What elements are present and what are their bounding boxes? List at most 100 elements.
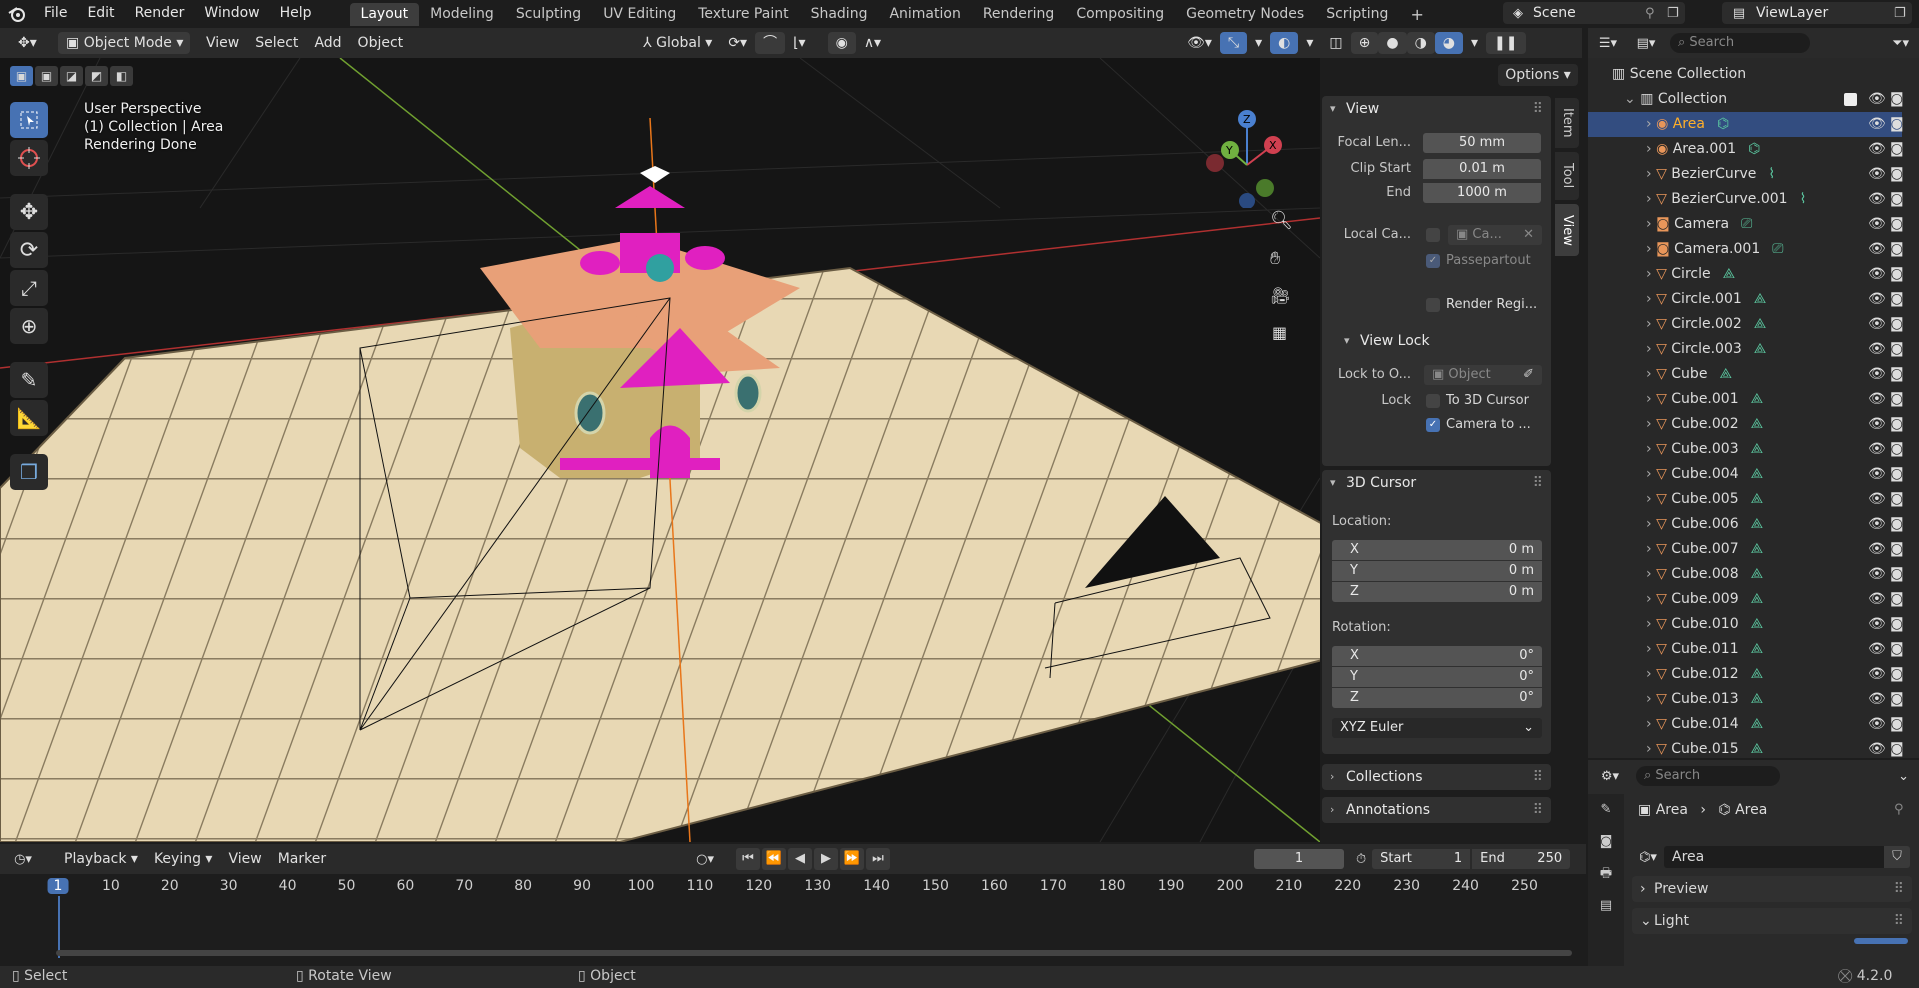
pin-icon[interactable]: ⚲ <box>1645 6 1667 21</box>
chevron-right-icon[interactable]: › <box>1646 316 1656 332</box>
blender-logo-icon[interactable] <box>0 0 34 27</box>
visibility-eye-icon[interactable]: 👁︎ <box>1868 237 1886 262</box>
render-camera-icon[interactable]: ◙ <box>1890 112 1904 137</box>
outliner-item-name[interactable]: Cube.001 <box>1671 391 1738 407</box>
visibility-eye-icon[interactable]: 👁︎ <box>1868 562 1886 587</box>
outliner-row[interactable]: › ◙ Camera ⎚ 👁︎ ◙ <box>1588 212 1904 237</box>
tab-rendering[interactable]: Rendering <box>972 3 1066 26</box>
gizmo-toggle-icon[interactable]: ⤡ <box>1219 32 1248 54</box>
visibility-eye-icon[interactable]: 👁︎ <box>1868 287 1886 312</box>
outliner-item-name[interactable]: Circle <box>1671 266 1710 282</box>
ortho-grid-icon[interactable]: ▦ <box>1272 323 1287 342</box>
collection-row[interactable]: ⌄ ▥ Collection 👁︎ ◙ <box>1588 87 1904 112</box>
outliner-item-name[interactable]: Circle.001 <box>1671 291 1742 307</box>
3d-cursor-header[interactable]: ▾ 3D Cursor ⠿ <box>1322 470 1551 496</box>
tab-layout[interactable]: Layout <box>349 3 420 26</box>
outliner-row[interactable]: › ▽ Cube.007 ⟁ 👁︎ ◙ <box>1588 537 1904 562</box>
drag-handle-icon[interactable]: ⠿ <box>1533 797 1543 823</box>
render-camera-icon[interactable]: ◙ <box>1890 512 1904 537</box>
clip-end-field[interactable]: 1000 m <box>1423 183 1541 203</box>
chevron-right-icon[interactable]: › <box>1646 391 1656 407</box>
add-cube-tool-icon[interactable]: ❒ <box>10 454 48 490</box>
render-camera-icon[interactable]: ◙ <box>1890 87 1904 112</box>
chevron-right-icon[interactable]: › <box>1646 641 1656 657</box>
render-tab-icon[interactable]: ◙ <box>1588 826 1624 858</box>
chevron-right-icon[interactable]: › <box>1646 591 1656 607</box>
outliner-item-name[interactable]: Cube.009 <box>1671 591 1738 607</box>
render-camera-icon[interactable]: ◙ <box>1890 712 1904 737</box>
drag-handle-icon[interactable]: ⠿ <box>1894 908 1904 934</box>
visibility-eye-icon[interactable]: 👁︎ <box>1868 362 1886 387</box>
outliner-row[interactable]: › ▽ Cube.010 ⟁ 👁︎ ◙ <box>1588 612 1904 637</box>
outliner-editor-icon[interactable]: ☰▾ <box>1588 36 1628 51</box>
light-type-bar[interactable] <box>1854 938 1908 944</box>
select-new-icon[interactable]: ▣ <box>10 66 33 86</box>
outliner-item-name[interactable]: Cube.004 <box>1671 466 1738 482</box>
timeline-scrollbar[interactable] <box>56 950 1572 956</box>
visibility-icon[interactable]: 👁︎▾ <box>1179 32 1220 54</box>
pause-render-icon[interactable]: ❚❚ <box>1486 32 1526 54</box>
outliner-item-name[interactable]: Area.001 <box>1673 141 1736 157</box>
light-name-field[interactable]: Area <box>1664 846 1884 868</box>
chevron-right-icon[interactable]: › <box>1646 566 1656 582</box>
view-layer-selector[interactable]: ▤ ViewLayer ❐ <box>1722 2 1912 24</box>
visibility-eye-icon[interactable]: 👁︎ <box>1868 162 1886 187</box>
outliner-item-name[interactable]: Cube.013 <box>1671 691 1738 707</box>
visibility-eye-icon[interactable]: 👁︎ <box>1868 612 1886 637</box>
outliner-item-name[interactable]: BezierCurve.001 <box>1671 191 1787 207</box>
chevron-right-icon[interactable]: › <box>1646 166 1656 182</box>
tab-view[interactable]: View <box>1555 204 1579 256</box>
proportional-edit-icon[interactable]: ◉ <box>827 32 856 54</box>
light-datablock-field[interactable]: ⌬▾ Area ⛉ <box>1632 846 1910 868</box>
render-camera-icon[interactable]: ◙ <box>1890 662 1904 687</box>
pivot-icon[interactable]: ⟳▾ <box>720 32 755 54</box>
shading-dropdown-icon[interactable]: ▾ <box>1463 32 1486 54</box>
chevron-right-icon[interactable]: › <box>1646 466 1656 482</box>
visibility-eye-icon[interactable]: 👁︎ <box>1868 587 1886 612</box>
wireframe-shading-icon[interactable]: ⊕ <box>1350 32 1379 54</box>
chevron-right-icon[interactable]: › <box>1646 741 1656 757</box>
visibility-eye-icon[interactable]: 👁︎ <box>1868 687 1886 712</box>
visibility-eye-icon[interactable]: 👁︎ <box>1868 512 1886 537</box>
render-camera-icon[interactable]: ◙ <box>1890 637 1904 662</box>
cursor-rot-x[interactable]: X 0° <box>1332 646 1542 666</box>
outliner-item-name[interactable]: Camera.001 <box>1674 241 1760 257</box>
timeline-editor-icon[interactable]: ◷▾ <box>0 852 46 867</box>
render-camera-icon[interactable]: ◙ <box>1890 187 1904 212</box>
options-dropdown[interactable]: Options ▾ <box>1498 64 1578 86</box>
outliner-item-name[interactable]: Cube.014 <box>1671 716 1738 732</box>
select-box-tool[interactable] <box>10 102 48 138</box>
current-frame-field[interactable]: 1 <box>1253 849 1344 869</box>
tool-tab-icon[interactable]: ✎ <box>1588 794 1624 826</box>
solid-shading-icon[interactable]: ● <box>1378 32 1407 54</box>
chevron-right-icon[interactable]: › <box>1646 616 1656 632</box>
tab-modeling[interactable]: Modeling <box>419 3 505 26</box>
outliner-row[interactable]: › ▽ Cube.005 ⟁ 👁︎ ◙ <box>1588 487 1904 512</box>
chevron-right-icon[interactable]: › <box>1646 691 1656 707</box>
menu-object[interactable]: Object <box>350 32 412 54</box>
visibility-eye-icon[interactable]: 👁︎ <box>1868 462 1886 487</box>
visibility-eye-icon[interactable]: 👁︎ <box>1868 712 1886 737</box>
tab-sculpting[interactable]: Sculpting <box>505 3 592 26</box>
outliner-row[interactable]: › ◉ Area.001 ⌬ 👁︎ ◙ <box>1588 137 1904 162</box>
snap-target-icon[interactable]: ⌊▾ <box>785 32 814 54</box>
outliner-item-name[interactable]: Cube.006 <box>1671 516 1738 532</box>
outliner-item-name[interactable]: Cube <box>1671 366 1707 382</box>
outliner-row[interactable]: › ▽ Circle ⟁ 👁︎ ◙ <box>1588 262 1904 287</box>
tab-shading[interactable]: Shading <box>800 3 879 26</box>
annotations-panel[interactable]: › Annotations ⠿ <box>1322 797 1551 823</box>
new-view-layer-icon[interactable]: ❐ <box>1894 6 1912 21</box>
chevron-right-icon[interactable]: › <box>1646 116 1656 132</box>
navigation-gizmo[interactable]: Z X Y <box>1200 108 1290 208</box>
render-camera-icon[interactable]: ◙ <box>1890 237 1904 262</box>
outliner-row[interactable]: › ▽ Cube.006 ⟁ 👁︎ ◙ <box>1588 512 1904 537</box>
cursor-tool-icon[interactable] <box>10 140 48 176</box>
chevron-right-icon[interactable]: › <box>1646 416 1656 432</box>
render-camera-icon[interactable]: ◙ <box>1890 412 1904 437</box>
visibility-eye-icon[interactable]: 👁︎ <box>1868 487 1886 512</box>
3d-viewport[interactable]: User Perspective (1) Collection | Area R… <box>0 58 1320 842</box>
jump-keyframe-forward-icon[interactable]: ⏩ <box>839 848 864 870</box>
tab-tool[interactable]: Tool <box>1555 152 1579 200</box>
visibility-eye-icon[interactable]: 👁︎ <box>1868 637 1886 662</box>
chevron-right-icon[interactable]: › <box>1646 716 1656 732</box>
